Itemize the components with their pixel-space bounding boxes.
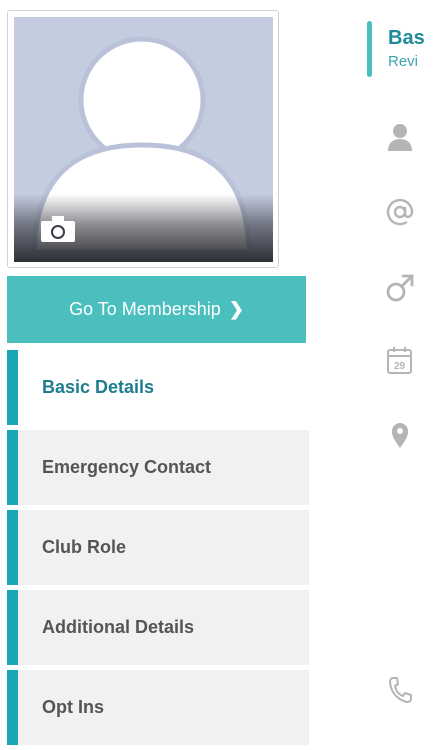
- at-icon: [385, 197, 415, 227]
- section-title: Bas: [388, 27, 425, 49]
- basic-details-panel: Bas Revi 29: [310, 0, 435, 736]
- camera-icon[interactable]: [40, 215, 76, 243]
- go-to-membership-label: Go To Membership: [69, 299, 221, 319]
- nav-item-club-role[interactable]: Club Role: [7, 510, 309, 585]
- male-icon: [385, 273, 415, 303]
- default-avatar-icon: [14, 17, 273, 262]
- go-to-membership-button[interactable]: Go To Membership ❯: [7, 276, 306, 343]
- section-subtitle: Revi: [388, 53, 419, 70]
- profile-nav: Basic Details Emergency Contact Club Rol…: [7, 350, 309, 750]
- nav-item-basic-details[interactable]: Basic Details: [7, 350, 309, 425]
- chevron-right-icon: ❯: [228, 299, 244, 319]
- nav-item-label: Club Role: [42, 537, 126, 557]
- nav-item-label: Additional Details: [42, 617, 195, 637]
- nav-item-opt-ins[interactable]: Opt Ins: [7, 670, 309, 745]
- calendar-icon: 29: [385, 346, 415, 376]
- nav-item-label: Opt Ins: [42, 697, 104, 717]
- phone-icon: [385, 674, 415, 704]
- profile-photo-frame: [7, 10, 279, 268]
- profile-sidebar: Go To Membership ❯ Basic Details Emergen…: [0, 0, 310, 745]
- nav-item-label: Emergency Contact: [42, 457, 212, 477]
- nav-item-additional-details[interactable]: Additional Details: [7, 590, 309, 665]
- nav-item-emergency-contact[interactable]: Emergency Contact: [7, 430, 309, 505]
- location-pin-icon: [385, 420, 415, 450]
- person-icon: [385, 122, 415, 152]
- calendar-day: 29: [394, 361, 406, 372]
- section-accent-bar: [367, 21, 372, 77]
- nav-item-label: Basic Details: [42, 377, 155, 397]
